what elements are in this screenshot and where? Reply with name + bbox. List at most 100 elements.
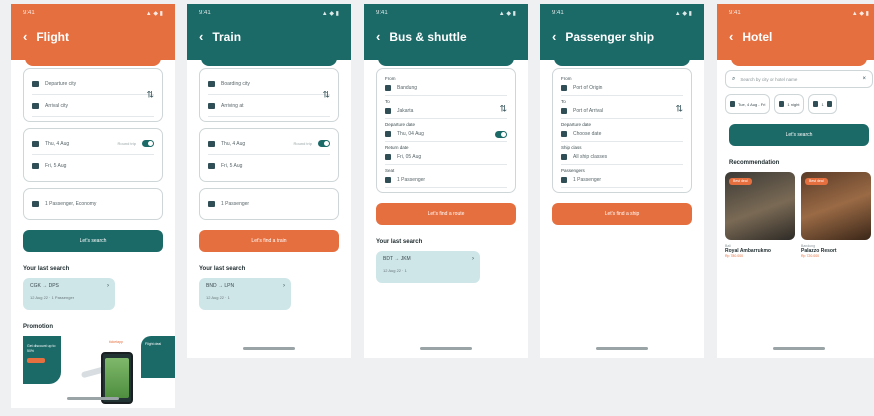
back-arrow-icon[interactable]: ‹ bbox=[199, 29, 203, 44]
chevron-right-icon: › bbox=[107, 283, 109, 289]
status-bar: 9:41 ▲ ◆ ▮ bbox=[376, 10, 516, 17]
passenger-field[interactable]: Passengers 1 Passenger bbox=[561, 165, 683, 188]
back-arrow-icon[interactable]: ‹ bbox=[552, 29, 556, 44]
date-card: Thu, 4 Aug Round trip Fri, 5 Aug bbox=[23, 128, 163, 182]
back-arrow-icon[interactable]: ‹ bbox=[376, 29, 380, 44]
back-arrow-icon[interactable]: ‹ bbox=[23, 29, 27, 44]
calendar-icon bbox=[385, 131, 391, 137]
takeoff-icon bbox=[32, 80, 39, 87]
bus-form-card: From Bandung To Jakarta Departure date Thu,… bbox=[376, 68, 516, 193]
ship-icon bbox=[561, 154, 567, 160]
ship-form-card: From Port of Origin To Port of Arrival Dep… bbox=[552, 68, 692, 193]
promotion-title: Promotion bbox=[23, 324, 53, 330]
home-indicator bbox=[596, 347, 648, 350]
calendar-icon bbox=[561, 131, 567, 137]
chevron-right-icon: › bbox=[472, 256, 474, 262]
ship-class-field[interactable]: Ship class All ship classes bbox=[561, 142, 683, 165]
swap-icon[interactable]: ⇅ bbox=[499, 104, 507, 115]
status-bar: 9:41 ▲ ◆ ▮ bbox=[552, 10, 692, 17]
moon-icon bbox=[779, 101, 785, 107]
search-button[interactable]: Let's find a route bbox=[376, 203, 516, 225]
bus-icon bbox=[385, 108, 391, 114]
return-date-field[interactable]: Fri, 5 Aug bbox=[208, 155, 330, 177]
calendar-icon bbox=[730, 101, 735, 107]
departure-date-field[interactable]: Departure date Choose date bbox=[561, 119, 683, 142]
promo-card[interactable]: Flight deal bbox=[141, 336, 175, 378]
page-title: Train bbox=[212, 29, 242, 44]
close-icon[interactable]: × bbox=[862, 76, 866, 82]
departure-date-field[interactable]: Departure date Thu, 04 Aug bbox=[385, 119, 507, 142]
back-arrow-icon[interactable]: ‹ bbox=[729, 29, 733, 44]
train-icon bbox=[208, 102, 215, 109]
chevron-right-icon: › bbox=[283, 283, 285, 289]
promotion-banner[interactable]: Get discount up to 50% ticketapp Flight … bbox=[11, 336, 175, 404]
promo-card[interactable]: Get discount up to 50% bbox=[23, 336, 61, 384]
swap-icon[interactable]: ⇅ bbox=[322, 90, 330, 101]
passenger-icon bbox=[32, 201, 39, 207]
search-button[interactable]: Let's search bbox=[23, 230, 163, 252]
route-card: Departure city Arrival city ⇅ bbox=[23, 68, 163, 122]
night-chip[interactable]: 1 night bbox=[774, 94, 805, 114]
search-button[interactable]: Let's find a ship bbox=[552, 203, 692, 225]
port-icon bbox=[561, 85, 567, 91]
guest-icon bbox=[813, 101, 819, 107]
app-screens-showcase: 9:41 ▲ ◆ ▮ ‹ Flight Departure city Arrival… bbox=[0, 0, 874, 416]
from-field[interactable]: From Port of Origin bbox=[561, 73, 683, 96]
page-title: Bus & shuttle bbox=[389, 29, 467, 44]
round-trip-toggle[interactable] bbox=[495, 130, 507, 138]
to-field[interactable]: To Port of Arrival bbox=[561, 96, 683, 119]
calendar-icon bbox=[32, 140, 39, 147]
return-date-field[interactable]: Return date Fri, 05 Aug bbox=[385, 142, 507, 165]
last-search-card[interactable]: CGK → DPS 12 Aug 22 · 1 Passenger › bbox=[23, 278, 115, 310]
status-bar: 9:41 ▲ ◆ ▮ bbox=[23, 10, 163, 17]
hotel-list: Best deal Bali Royal Ambarrukmo Rp 780.0… bbox=[725, 172, 873, 258]
date-card: Thu, 4 Aug Round trip Fri, 5 Aug bbox=[199, 128, 339, 182]
last-search-title: Your last search bbox=[23, 266, 70, 272]
to-field[interactable]: To Jakarta bbox=[385, 96, 507, 119]
from-field[interactable]: Boarding city bbox=[208, 73, 330, 95]
page-title: Flight bbox=[36, 29, 69, 44]
train-screen: 9:41 ▲ ◆ ▮ ‹ Train Boarding city Arriving … bbox=[187, 4, 351, 358]
passenger-card[interactable]: 1 Passenger, Economy bbox=[23, 188, 163, 220]
bus-header: 9:41 ▲ ◆ ▮ ‹ Bus & shuttle bbox=[364, 4, 528, 66]
last-search-card[interactable]: BDT → JKM 12 Aug 22 · 1 › bbox=[376, 251, 480, 283]
search-button[interactable]: Let's search bbox=[729, 124, 869, 146]
round-trip-toggle[interactable] bbox=[318, 140, 330, 147]
return-date-field[interactable]: Fri, 5 Aug bbox=[32, 155, 154, 177]
hotel-search-input[interactable]: ⌕ Search by city or hotel name × bbox=[725, 70, 873, 88]
seat-field[interactable]: Seat 1 Passenger bbox=[385, 165, 507, 188]
deal-badge: Best deal bbox=[805, 178, 828, 185]
hotel-image: Best deal bbox=[801, 172, 871, 240]
home-indicator bbox=[243, 347, 295, 350]
passenger-icon bbox=[561, 177, 567, 183]
to-field[interactable]: Arriving at bbox=[208, 95, 330, 117]
guest-chip[interactable]: 1 bbox=[808, 94, 837, 114]
passenger-card[interactable]: 1 Passenger bbox=[199, 188, 339, 220]
search-button[interactable]: Let's find a train bbox=[199, 230, 339, 252]
from-field[interactable]: From Bandung bbox=[385, 73, 507, 96]
calendar-icon bbox=[208, 140, 215, 147]
from-field[interactable]: Departure city bbox=[32, 73, 154, 95]
calendar-icon bbox=[385, 154, 391, 160]
departure-date-field[interactable]: Thu, 4 Aug Round trip bbox=[32, 133, 154, 155]
train-header: 9:41 ▲ ◆ ▮ ‹ Train bbox=[187, 4, 351, 66]
swap-icon[interactable]: ⇅ bbox=[675, 104, 683, 115]
flight-screen: 9:41 ▲ ◆ ▮ ‹ Flight Departure city Arrival… bbox=[11, 4, 175, 408]
route-card: Boarding city Arriving at ⇅ bbox=[199, 68, 339, 122]
departure-date-field[interactable]: Thu, 4 Aug Round trip bbox=[208, 133, 330, 155]
last-search-card[interactable]: BND → LPN 12 Aug 22 · 1 › bbox=[199, 278, 291, 310]
to-field[interactable]: Arrival city bbox=[32, 95, 154, 117]
home-indicator bbox=[420, 347, 472, 350]
hotel-image: Best deal bbox=[725, 172, 795, 240]
hotel-card[interactable]: Best deal Bandung Palazzo Resort Rp 720.… bbox=[801, 172, 871, 258]
last-search-title: Your last search bbox=[376, 239, 423, 245]
promo-cta[interactable] bbox=[27, 358, 45, 363]
round-trip-toggle[interactable] bbox=[142, 140, 154, 147]
deal-badge: Best deal bbox=[729, 178, 752, 185]
seat-icon bbox=[385, 177, 391, 183]
date-chip[interactable]: Tue, 4 Aug - Fri bbox=[725, 94, 771, 114]
last-search-title: Your last search bbox=[199, 266, 246, 272]
hotel-header: 9:41 ▲ ◆ ▮ ‹ Hotel bbox=[717, 4, 874, 66]
swap-icon[interactable]: ⇅ bbox=[146, 90, 154, 101]
hotel-card[interactable]: Best deal Bali Royal Ambarrukmo Rp 780.0… bbox=[725, 172, 795, 258]
